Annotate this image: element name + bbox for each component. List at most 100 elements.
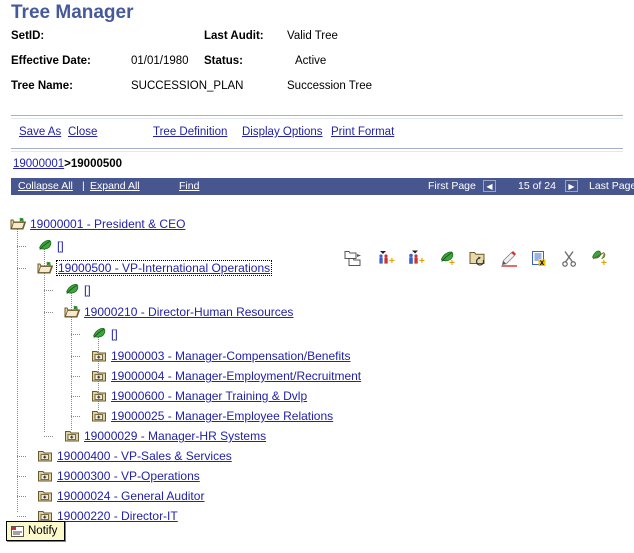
svg-text:+: + <box>601 258 607 267</box>
divider-below-actions <box>11 148 623 152</box>
header-row-effective-date: Effective Date: 01/01/1980 Status: Activ… <box>11 55 623 80</box>
collapse-all-link[interactable]: Collapse All <box>18 180 73 192</box>
last-audit-label: Last Audit: <box>204 30 264 42</box>
effective-date-value: 01/01/1980 <box>131 55 189 67</box>
tree-node-link[interactable]: 19000004 - Manager-Employment/Recruitmen… <box>111 369 361 383</box>
action-links: Save As Close Tree Definition Display Op… <box>11 126 623 142</box>
leaf-icon[interactable] <box>91 327 107 341</box>
breadcrumb-current: 19000500 <box>70 158 123 170</box>
folder-open-icon[interactable] <box>37 261 54 275</box>
tree-guide-elbow <box>17 456 26 458</box>
print-format-link[interactable]: Print Format <box>331 126 394 138</box>
tree-node-row[interactable]: 19000025 - Manager-Employee Relations <box>91 406 333 426</box>
leaf-icon[interactable] <box>64 283 80 297</box>
svg-text:+: + <box>449 258 455 267</box>
tree-guide-elbow <box>17 496 26 498</box>
folder-closed-icon[interactable] <box>91 349 107 363</box>
tree-node-link[interactable]: 19000003 - Manager-Compensation/Benefits <box>111 349 350 363</box>
edit-node-icon[interactable] <box>500 250 520 270</box>
tree-node-row[interactable]: 19000300 - VP-Operations <box>37 466 200 486</box>
insert-leaf-icon[interactable]: + <box>439 250 459 270</box>
find-link[interactable]: Find <box>179 180 199 192</box>
close-link[interactable]: Close <box>68 126 97 138</box>
tree-guide-elbow <box>17 516 26 518</box>
tree-node-row[interactable]: [] <box>64 280 91 300</box>
tree-navigation-bar: Collapse All | Expand All Find First Pag… <box>11 178 634 195</box>
insert-sibling-icon[interactable]: + <box>377 250 397 270</box>
next-page-button[interactable]: ▶ <box>565 180 578 192</box>
notify-button-label: Notify <box>28 525 58 537</box>
tree-node-row[interactable]: 19000210 - Director-Human Resources <box>64 302 293 322</box>
tree-node-link[interactable]: 19000029 - Manager-HR Systems <box>84 429 266 443</box>
breadcrumb-root-link[interactable]: 19000001 <box>13 158 64 170</box>
previous-page-button[interactable]: ◀ <box>483 180 496 192</box>
tree-node-link[interactable]: [] <box>111 327 118 341</box>
leaf-icon[interactable] <box>37 239 53 253</box>
header-fields: SetID: Last Audit: Valid Tree Effective … <box>11 30 623 105</box>
insert-child-icon[interactable]: + <box>407 250 427 270</box>
effective-date-label: Effective Date: <box>11 55 91 67</box>
tree-node-link[interactable]: 19000300 - VP-Operations <box>57 469 200 483</box>
divider-top <box>11 115 623 119</box>
folder-closed-icon[interactable] <box>64 429 80 443</box>
tree-guide-elbow <box>17 246 26 248</box>
tree-node-link[interactable]: 19000210 - Director-Human Resources <box>84 305 293 319</box>
tree-node-row[interactable]: 19000003 - Manager-Compensation/Benefits <box>91 346 350 366</box>
tree-node-link[interactable]: 19000400 - VP-Sales & Services <box>57 449 232 463</box>
page-title: Tree Manager <box>11 2 134 23</box>
tree-guide-elbow <box>71 334 80 336</box>
tree-node-row[interactable]: 19000400 - VP-Sales & Services <box>37 446 232 466</box>
tree-node-link[interactable]: 19000220 - Director-IT <box>57 509 178 523</box>
notify-button[interactable]: Notify <box>6 521 66 541</box>
folder-open-icon[interactable] <box>64 305 81 319</box>
tree-node-link[interactable]: 19000500 - VP-International Operations <box>55 260 273 276</box>
first-page-label[interactable]: First Page <box>428 180 476 192</box>
status-value: Active <box>295 55 327 67</box>
tree-guide-elbow <box>71 376 80 378</box>
tree-node-row[interactable]: 19000500 - VP-International Operations <box>37 258 273 278</box>
tree-node-link[interactable]: [] <box>84 283 91 297</box>
tree-node-row[interactable]: 19000004 - Manager-Employment/Recruitmen… <box>91 366 361 386</box>
folder-closed-icon[interactable] <box>37 489 53 503</box>
folder-closed-icon[interactable] <box>37 449 53 463</box>
tree-node-row[interactable]: 19000600 - Manager Training & Dvlp <box>91 386 307 406</box>
last-page-label[interactable]: Last Page <box>589 180 634 192</box>
tree-node-link[interactable]: 19000600 - Manager Training & Dvlp <box>111 389 307 403</box>
tree-guide-elbow <box>44 436 53 438</box>
tree-node-row[interactable]: [] <box>37 236 64 256</box>
tree-node-link[interactable]: [] <box>57 239 64 253</box>
move-branch-icon[interactable] <box>469 250 489 270</box>
tree-guide-elbow <box>71 416 80 418</box>
cut-icon[interactable] <box>561 250 581 270</box>
expand-all-link[interactable]: Expand All <box>90 180 140 192</box>
copy-branch-icon[interactable] <box>344 250 364 270</box>
tree-guide-elbow <box>71 396 80 398</box>
tree-node-link[interactable]: 19000024 - General Auditor <box>57 489 204 503</box>
folder-closed-icon[interactable] <box>91 409 107 423</box>
tree-definition-link[interactable]: Tree Definition <box>153 126 227 138</box>
header-row-tree-name: Tree Name: SUCCESSION_PLAN Succession Tr… <box>11 80 623 105</box>
tree-guide-elbow <box>71 356 80 358</box>
delete-node-icon[interactable]: x <box>530 250 550 270</box>
folder-closed-icon[interactable] <box>37 469 53 483</box>
header-row-setid: SetID: Last Audit: Valid Tree <box>11 30 623 55</box>
tree-name-value: SUCCESSION_PLAN <box>131 80 244 92</box>
tree-node-link[interactable]: 19000025 - Manager-Employee Relations <box>111 409 333 423</box>
svg-text:x: x <box>540 258 545 267</box>
last-audit-value: Valid Tree <box>287 30 338 42</box>
svg-text:+: + <box>419 256 425 267</box>
tree-node-row[interactable]: 19000001 - President & CEO <box>10 214 185 234</box>
folder-closed-icon[interactable] <box>91 369 107 383</box>
tree-node-link[interactable]: 19000001 - President & CEO <box>30 217 185 231</box>
svg-text:+: + <box>389 256 395 267</box>
page-counter: 15 of 24 <box>518 180 556 192</box>
folder-closed-icon[interactable] <box>91 389 107 403</box>
tree-node-row[interactable]: 19000029 - Manager-HR Systems <box>64 426 266 446</box>
navbar-separator: | <box>82 180 85 192</box>
paste-branch-icon[interactable]: + <box>590 250 610 270</box>
display-options-link[interactable]: Display Options <box>242 126 323 138</box>
save-as-link[interactable]: Save As <box>19 126 61 138</box>
tree-node-row[interactable]: 19000024 - General Auditor <box>37 486 204 506</box>
folder-open-icon[interactable] <box>10 217 27 231</box>
tree-node-row[interactable]: [] <box>91 324 118 344</box>
